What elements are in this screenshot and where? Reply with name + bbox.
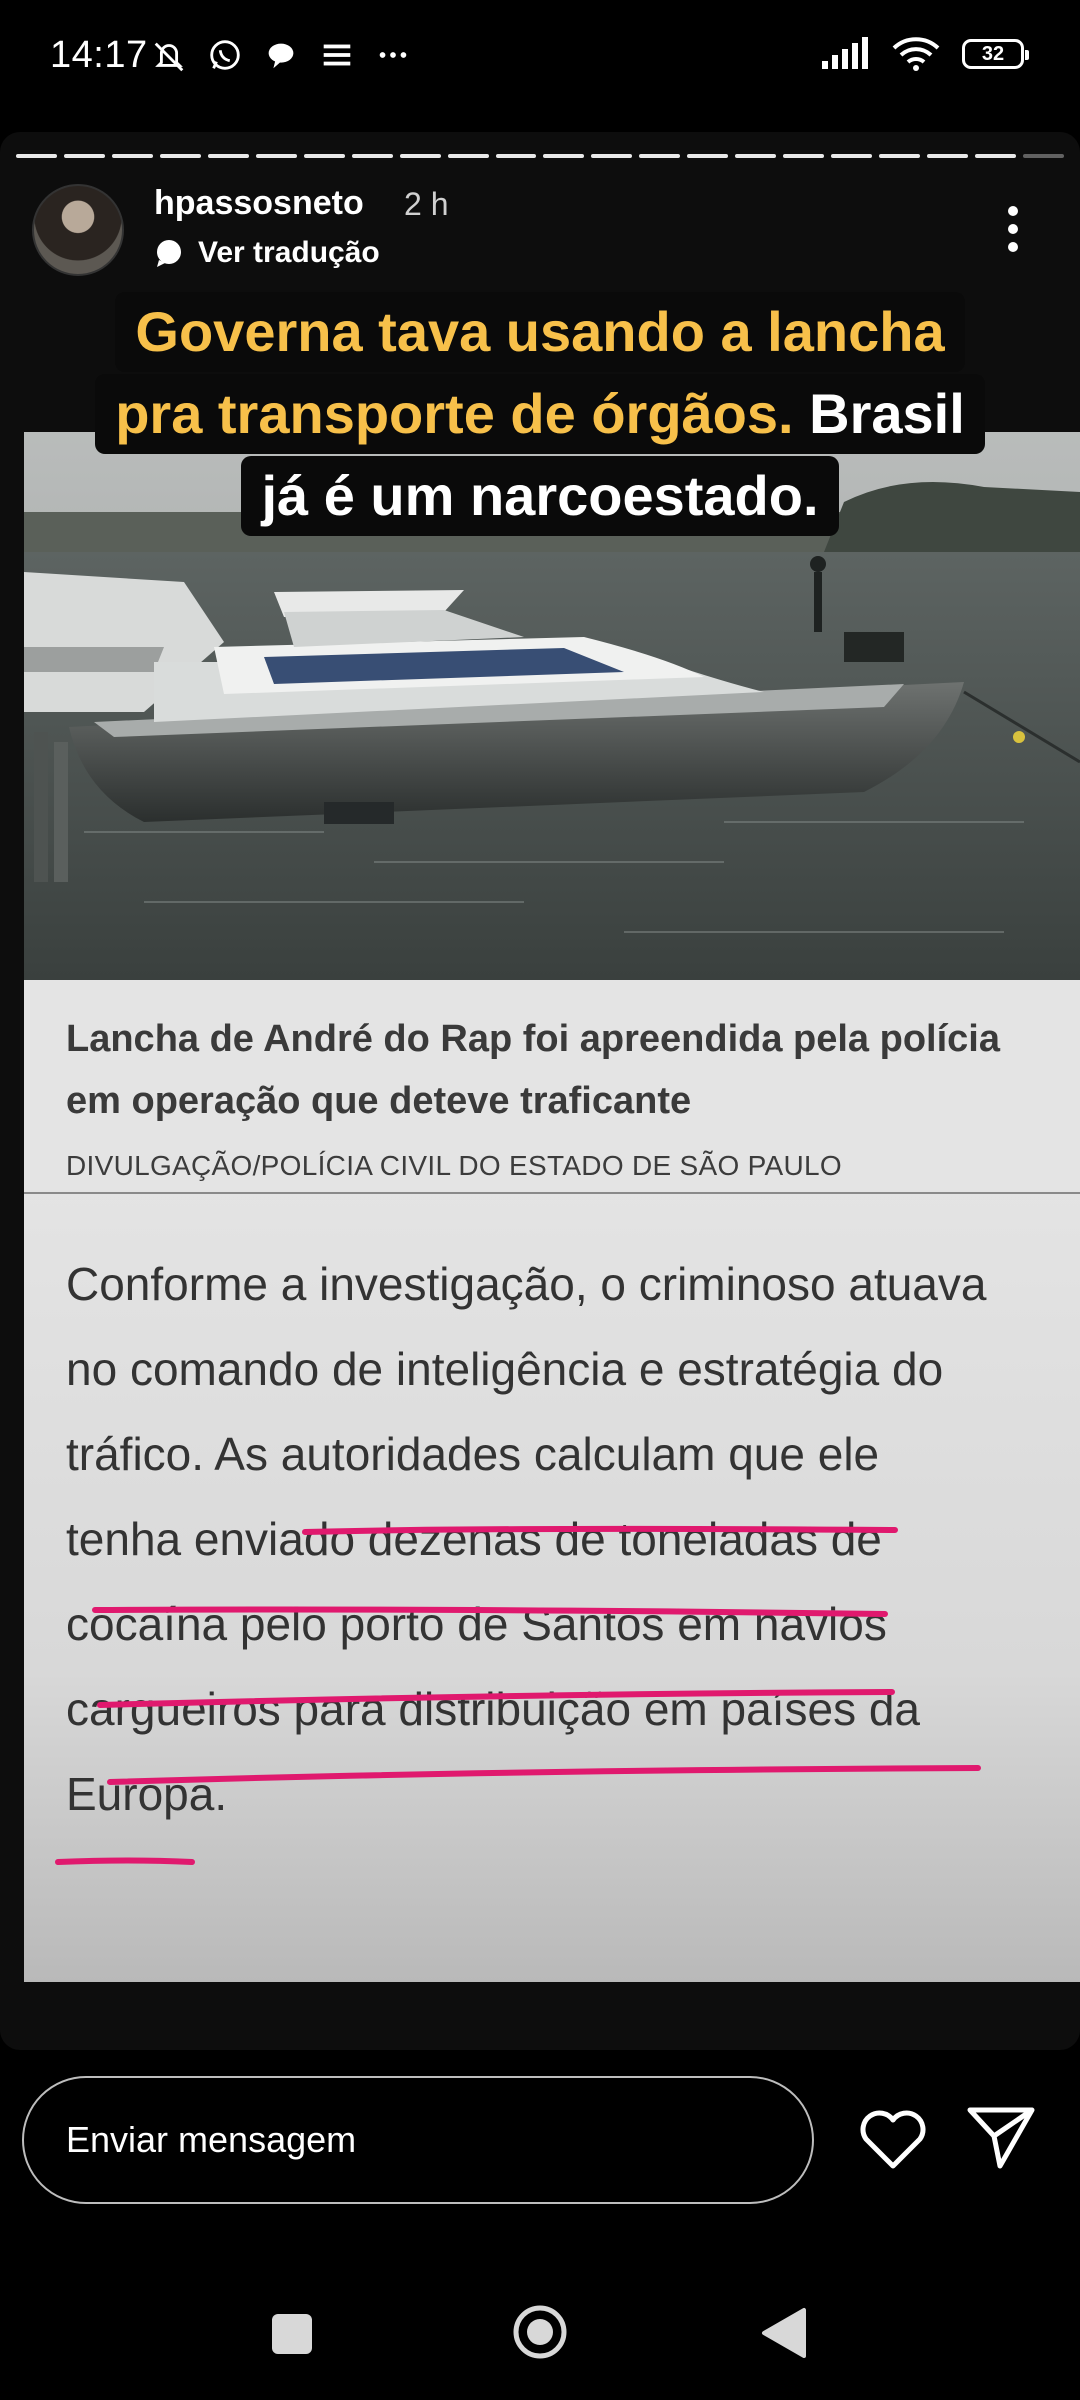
recent-apps-button[interactable] <box>272 2314 312 2354</box>
whatsapp-icon <box>210 40 240 70</box>
translate-label: Ver tradução <box>198 236 380 269</box>
progress-segment <box>831 154 873 158</box>
article-line: tráfico. As autoridades calculam que ele <box>66 1428 880 1480</box>
story-time: 2 h <box>404 186 449 222</box>
wifi-icon <box>892 37 940 71</box>
progress-segment <box>879 154 921 158</box>
progress-segment <box>687 154 729 158</box>
overlay-line-2-highlight: pra transporte de órgãos. <box>115 382 794 445</box>
progress-segment <box>303 154 345 158</box>
chat-bubble-icon <box>268 43 294 69</box>
home-button[interactable] <box>512 2304 568 2360</box>
progress-segment <box>639 154 681 158</box>
signal-icon <box>822 37 868 69</box>
more-options-icon[interactable] <box>998 202 1028 256</box>
article-line: Conforme a investigação, o criminoso atu… <box>66 1258 987 1310</box>
progress-segment <box>447 154 489 158</box>
story-text-overlay: Governa tava usando a lancha pra transpo… <box>56 292 1024 538</box>
avatar[interactable] <box>32 184 124 276</box>
status-bar: 14:17 32 <box>0 0 1080 120</box>
overlay-line-2-rest: Brasil <box>809 382 965 445</box>
translate-button[interactable]: Ver tradução <box>154 236 380 270</box>
photo-credit: DIVULGAÇÃO/POLÍCIA CIVIL DO ESTADO DE SÃ… <box>66 1150 843 1181</box>
progress-segment <box>591 154 633 158</box>
article-line: cocaína pelo porto de Santos em navios <box>66 1598 887 1650</box>
photo-caption: Lancha de André do Rap foi apreendida pe… <box>66 1018 1000 1122</box>
heart-icon[interactable] <box>858 2108 928 2172</box>
article-line: Europa. <box>66 1768 228 1820</box>
battery-icon: 32 <box>962 39 1029 69</box>
back-button[interactable] <box>760 2306 808 2360</box>
progress-segment <box>1023 154 1064 158</box>
article-image: Lancha de André do Rap foi apreendida pe… <box>24 432 1080 1982</box>
article-line: tenha enviado dezenas de toneladas de <box>66 1513 882 1565</box>
progress-segment <box>111 154 153 158</box>
more-dots-icon <box>379 52 407 58</box>
battery-level: 32 <box>981 42 1005 65</box>
article-body: Conforme a investigação, o criminoso atu… <box>66 1242 1076 1837</box>
progress-segment <box>543 154 585 158</box>
progress-segment <box>63 154 105 158</box>
progress-segment <box>255 154 297 158</box>
speech-bubble-icon <box>157 240 181 267</box>
list-icon <box>323 44 351 66</box>
send-message-placeholder: Enviar mensagem <box>66 2119 357 2160</box>
status-system-icons: 32 <box>820 36 1029 72</box>
overlay-line-3: já é um narcoestado. <box>241 456 839 536</box>
status-time: 14:17 <box>50 34 148 76</box>
progress-segment <box>975 154 1017 158</box>
progress-segment <box>735 154 777 158</box>
status-notification-icons <box>150 36 412 74</box>
progress-segment <box>207 154 249 158</box>
send-icon[interactable] <box>966 2104 1036 2170</box>
story-progress-bar <box>16 154 1064 158</box>
progress-segment <box>351 154 393 158</box>
story-username[interactable]: hpassosneto <box>154 184 364 223</box>
progress-segment <box>16 154 57 158</box>
progress-segment <box>927 154 969 158</box>
article-line: cargueiros para distribuição em países d… <box>66 1683 921 1735</box>
mute-icon <box>154 42 184 72</box>
progress-segment <box>159 154 201 158</box>
article-line: no comando de inteligência e estratégia … <box>66 1343 944 1395</box>
progress-segment <box>495 154 537 158</box>
progress-segment <box>783 154 825 158</box>
send-message-input[interactable]: Enviar mensagem <box>22 2076 814 2204</box>
progress-segment <box>399 154 441 158</box>
photo-caption-area: Lancha de André do Rap foi apreendida pe… <box>24 980 1080 1194</box>
overlay-line-1: Governa tava usando a lancha <box>115 292 965 372</box>
